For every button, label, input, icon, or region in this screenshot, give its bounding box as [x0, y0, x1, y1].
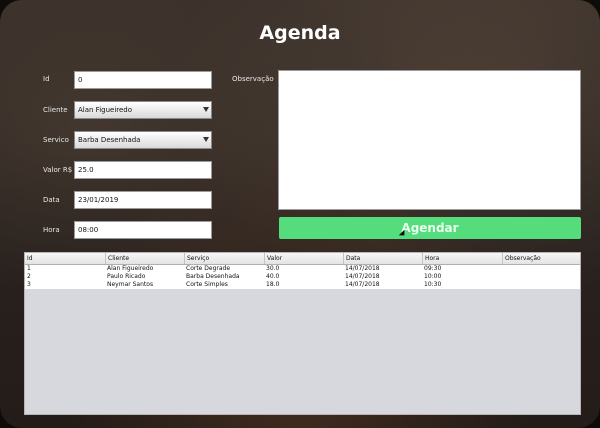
cliente-select[interactable]: Alan Figueiredo: [74, 101, 212, 119]
cell-data: 14/07/2018: [345, 273, 380, 280]
cell-data: 14/07/2018: [345, 281, 380, 288]
cell-servico: Corte Degrade: [186, 265, 231, 272]
observacao-label: Observação: [232, 75, 274, 83]
header-data[interactable]: Data: [343, 253, 360, 264]
header-hora[interactable]: Hora: [422, 253, 439, 264]
page-title: Agenda: [259, 22, 341, 44]
hora-field[interactable]: 08:00: [74, 221, 212, 239]
valor-field[interactable]: 25.0: [74, 161, 212, 179]
header-observacao[interactable]: Observação: [502, 253, 541, 264]
header-id[interactable]: Id: [25, 253, 33, 264]
cell-hora: 10:30: [424, 281, 442, 288]
cell-cliente: Paulo Ricado: [107, 273, 146, 280]
chevron-down-icon: [203, 107, 209, 112]
id-field[interactable]: 0: [74, 71, 212, 89]
observacao-textarea[interactable]: [278, 70, 581, 210]
agenda-table[interactable]: Id Cliente Serviço Valor Data Hora Obser…: [24, 252, 581, 415]
servico-select[interactable]: Barba Desenhada: [74, 131, 212, 149]
header-servico[interactable]: Serviço: [184, 253, 209, 264]
agendar-button[interactable]: Agendar: [279, 217, 581, 239]
table-row[interactable]: 2 Paulo Ricado Barba Desenhada 40.0 14/0…: [25, 273, 580, 281]
data-field[interactable]: 23/01/2019: [74, 191, 212, 209]
cell-valor: 18.0: [266, 281, 280, 288]
table-header: Id Cliente Serviço Valor Data Hora Obser…: [25, 253, 580, 265]
cliente-select-value: Alan Figueiredo: [78, 106, 133, 114]
data-label: Data: [43, 196, 60, 204]
cell-valor: 40.0: [266, 273, 280, 280]
cell-valor: 30.0: [266, 265, 280, 272]
cell-hora: 09:30: [424, 265, 442, 272]
servico-select-value: Barba Desenhada: [78, 136, 141, 144]
cell-cliente: Neymar Santos: [107, 281, 154, 288]
cell-id: 1: [27, 265, 31, 272]
chevron-down-icon: [203, 137, 209, 142]
servico-label: Servico: [43, 136, 69, 144]
cell-data: 14/07/2018: [345, 265, 380, 272]
header-cliente[interactable]: Cliente: [105, 253, 129, 264]
cell-servico: Barba Desenhada: [186, 273, 240, 280]
header-valor[interactable]: Valor: [264, 253, 282, 264]
cell-hora: 10:00: [424, 273, 442, 280]
cell-id: 3: [27, 281, 31, 288]
cell-id: 2: [27, 273, 31, 280]
cell-servico: Corte Simples: [186, 281, 228, 288]
table-row[interactable]: 3 Neymar Santos Corte Simples 18.0 14/07…: [25, 281, 580, 289]
valor-label: Valor R$: [43, 166, 73, 174]
cell-cliente: Alan Figueiredo: [107, 265, 154, 272]
agenda-window: Agenda Id 0 Cliente Alan Figueiredo Serv…: [0, 0, 600, 428]
table-row[interactable]: 1 Alan Figueiredo Corte Degrade 30.0 14/…: [25, 265, 580, 273]
hora-label: Hora: [43, 226, 60, 234]
id-label: Id: [43, 75, 50, 83]
cliente-label: Cliente: [43, 106, 68, 114]
